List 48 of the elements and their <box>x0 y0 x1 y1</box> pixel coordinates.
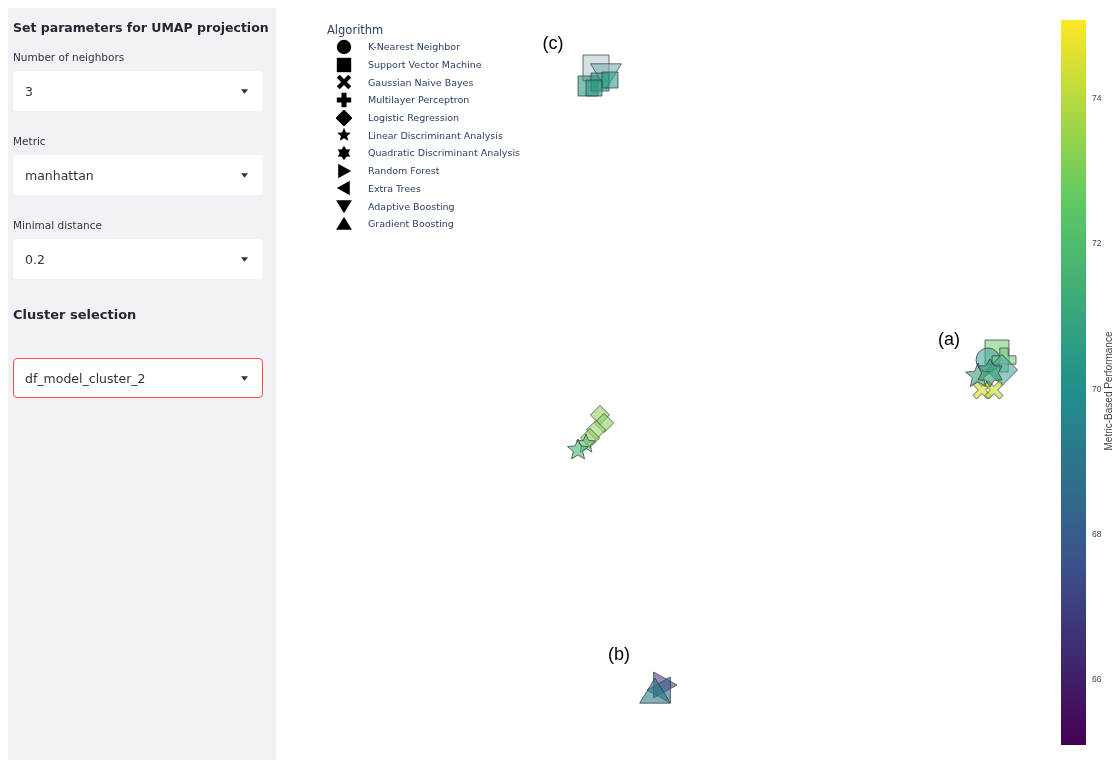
marker-cluster-drawing <box>577 54 622 97</box>
section-heading: Cluster selection <box>13 307 137 322</box>
legend-label: Quadratic Discriminant Analysis <box>368 147 520 159</box>
cross-marker-icon <box>336 91 352 108</box>
legend-label: Extra Trees <box>368 182 421 194</box>
triangle-right-marker-icon <box>336 162 352 179</box>
caret-icon <box>241 88 248 94</box>
diamond-marker-icon <box>336 109 352 126</box>
field-label: Number of neighbors <box>13 51 125 63</box>
legend-label: Logistic Regression <box>368 112 460 124</box>
dropdown-select[interactable]: 3 <box>13 71 263 111</box>
colorbar-tick: 72 <box>1092 238 1102 249</box>
hexagram-marker-icon <box>336 144 352 161</box>
colorbar-title: Metric-Based Performance <box>1102 331 1114 451</box>
annotation-label: (a) <box>938 329 960 350</box>
dropdown-select[interactable]: 0.2 <box>13 239 263 279</box>
marker-cluster-drawing <box>965 339 1019 400</box>
legend-label: Linear Discriminant Analysis <box>368 129 503 141</box>
colorbar-tick: 74 <box>1092 93 1102 103</box>
annotation-label: (b) <box>608 644 630 665</box>
legend-label: K-Nearest Neighbor <box>368 41 461 53</box>
triangle-up-marker-icon <box>336 215 352 232</box>
square-marker-icon <box>336 56 352 73</box>
field-label: Minimal distance <box>13 219 102 231</box>
x-marker-icon <box>336 74 352 91</box>
triangle-down-marker-icon <box>336 198 352 215</box>
colorbar-tick: 68 <box>1092 528 1102 539</box>
legend-label: Multilayer Perceptron <box>368 94 470 106</box>
dropdown-select[interactable]: manhattan <box>13 155 263 195</box>
legend-label: Adaptive Boosting <box>368 200 455 212</box>
legend-label: Support Vector Machine <box>368 59 482 71</box>
legend-label: Gaussian Naive Bayes <box>368 76 474 88</box>
field-label: Metric <box>13 135 46 147</box>
caret-icon <box>241 375 248 381</box>
legend-label: Random Forest <box>368 165 440 177</box>
caret-icon <box>241 172 248 178</box>
circle-marker-icon <box>336 38 352 55</box>
legend-label: Gradient Boosting <box>368 218 454 230</box>
marker-cluster-drawing <box>639 671 678 704</box>
legend-title: Algorithm <box>327 23 384 37</box>
annotation-label: (c) <box>542 33 564 54</box>
marker-cluster-drawing <box>567 404 615 460</box>
triangle-left-marker-icon <box>336 180 352 197</box>
sidebar-title: Set parameters for UMAP projection <box>13 20 269 35</box>
caret-icon <box>241 256 248 262</box>
cluster-dropdown[interactable]: df_model_cluster_2 <box>13 358 263 398</box>
colorbar-tick: 70 <box>1092 383 1102 394</box>
colorbar-tick: 66 <box>1092 674 1102 684</box>
